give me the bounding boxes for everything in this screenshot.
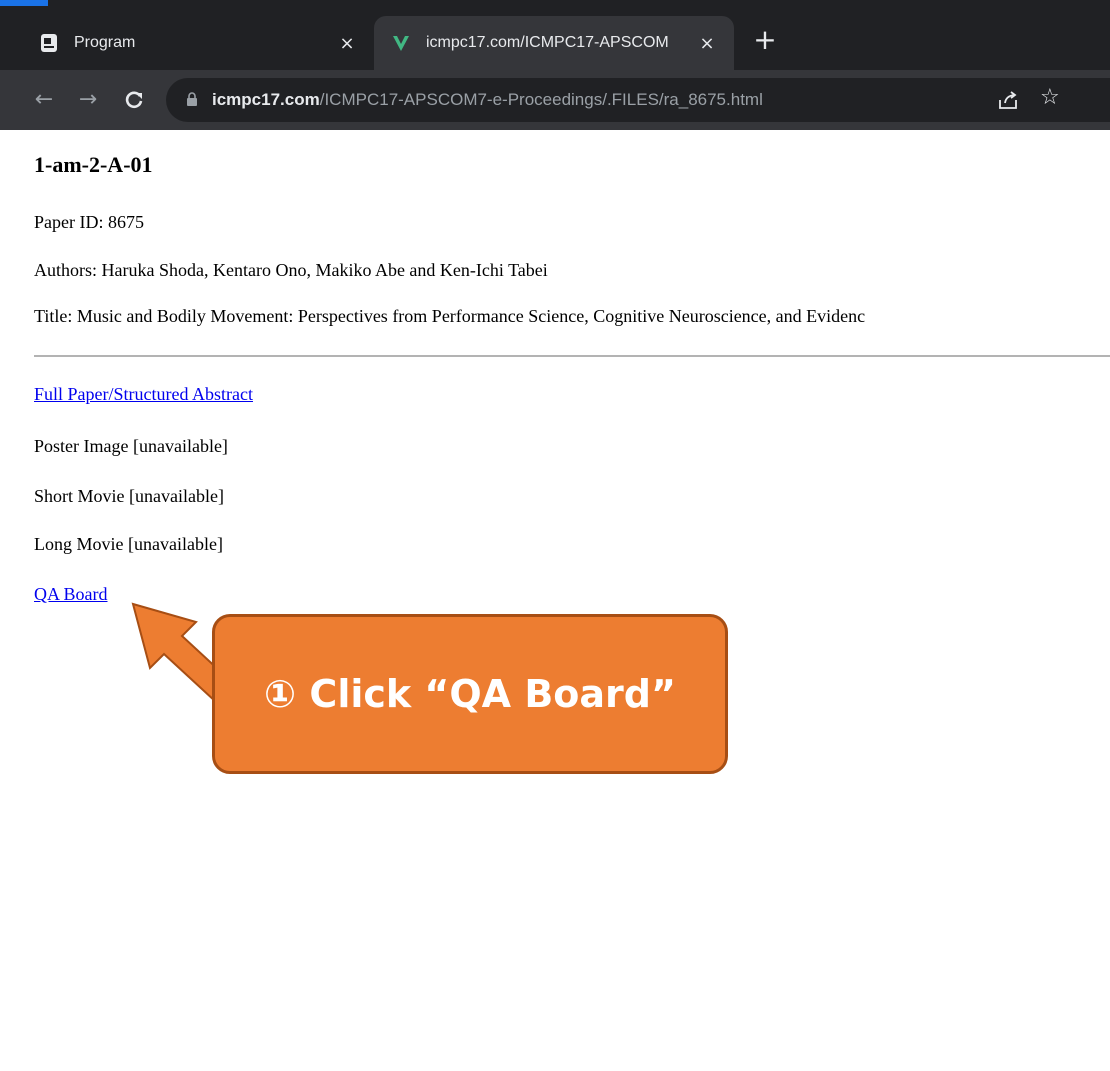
full-paper-link[interactable]: Full Paper/Structured Abstract	[34, 384, 253, 405]
short-movie-status: Short Movie [unavailable]	[34, 486, 224, 506]
paper-id: Paper ID: 8675	[34, 212, 144, 232]
tab-title: icmpc17.com/ICMPC17-APSCOM	[426, 34, 669, 51]
forward-icon[interactable]: →	[72, 84, 104, 116]
tab-strip-accent	[0, 0, 48, 6]
tab-program[interactable]: Program ×	[22, 16, 374, 70]
annotation-text: ① Click “QA Board”	[264, 672, 676, 716]
url-path: /ICMPC17-APSCOM7-e-Proceedings/.FILES/ra…	[319, 90, 763, 109]
annotation-callout: ① Click “QA Board”	[212, 614, 728, 774]
long-movie-status: Long Movie [unavailable]	[34, 534, 223, 554]
lock-icon	[186, 92, 198, 106]
close-icon[interactable]: ×	[694, 33, 720, 54]
paper-title: Title: Music and Bodily Movement: Perspe…	[34, 306, 866, 326]
poster-image-status: Poster Image [unavailable]	[34, 436, 228, 456]
url-host: icmpc17.com	[212, 90, 320, 109]
authors: Authors: Haruka Shoda, Kentaro Ono, Maki…	[34, 260, 548, 280]
address-bar[interactable]: icmpc17.com/ICMPC17-APSCOM7-e-Proceeding…	[166, 78, 1110, 122]
back-icon[interactable]: ←	[28, 84, 60, 116]
qa-board-link[interactable]: QA Board	[34, 584, 108, 605]
reload-icon[interactable]	[118, 84, 150, 116]
new-tab-button[interactable]: +	[748, 24, 782, 58]
share-icon[interactable]	[996, 88, 1020, 112]
site-v-icon	[390, 32, 412, 54]
page-content: 1-am-2-A-01 Paper ID: 8675 Authors: Haru…	[0, 130, 1110, 1071]
browser-toolbar: ← → icmpc17.com/ICMPC17-APSCOM7-e-Procee…	[0, 70, 1110, 130]
bookmark-star-icon[interactable]: ☆	[1040, 85, 1060, 110]
tab-title: Program	[74, 34, 136, 51]
tab-icmpc17[interactable]: icmpc17.com/ICMPC17-APSCOM ×	[374, 16, 734, 70]
close-icon[interactable]: ×	[334, 33, 360, 54]
document-icon	[38, 32, 60, 54]
page-title: 1-am-2-A-01	[34, 152, 153, 177]
divider	[34, 355, 1110, 357]
url-text: icmpc17.com/ICMPC17-APSCOM7-e-Proceeding…	[212, 90, 763, 110]
